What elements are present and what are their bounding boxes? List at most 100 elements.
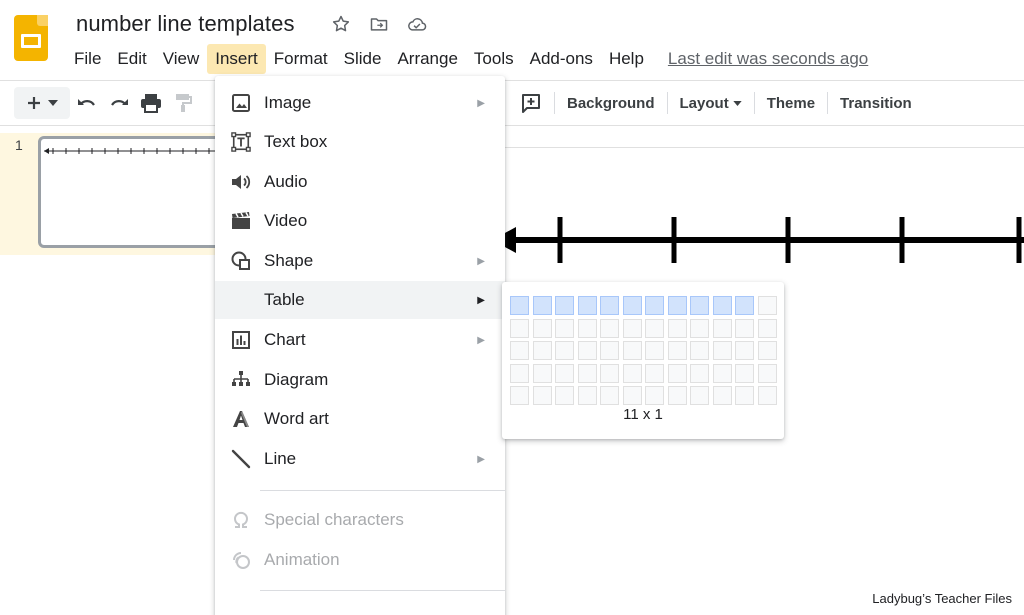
table-grid-cell[interactable] bbox=[600, 318, 619, 338]
theme-button[interactable]: Theme bbox=[763, 95, 819, 112]
insert-audio-item[interactable]: Audio bbox=[215, 163, 505, 201]
last-edit-link[interactable]: Last edit was seconds ago bbox=[664, 44, 872, 74]
table-grid-cell[interactable] bbox=[600, 363, 619, 383]
insert-chart-item[interactable]: Chart ▶ bbox=[215, 321, 505, 359]
table-grid-cell[interactable] bbox=[645, 296, 664, 315]
table-grid[interactable] bbox=[510, 296, 777, 405]
table-grid-cell[interactable] bbox=[735, 363, 754, 383]
undo-button[interactable] bbox=[72, 87, 102, 119]
watermark-text: Ladybug’s Teacher Files bbox=[872, 591, 1012, 606]
table-grid-cell[interactable] bbox=[555, 341, 574, 360]
table-grid-cell[interactable] bbox=[690, 296, 709, 315]
new-slide-button[interactable] bbox=[14, 87, 70, 119]
menu-item-label: Animation bbox=[264, 550, 340, 569]
table-grid-cell[interactable] bbox=[690, 363, 709, 383]
table-grid-cell[interactable] bbox=[735, 318, 754, 338]
insert-shape-item[interactable]: Shape ▶ bbox=[215, 242, 505, 280]
table-grid-cell[interactable] bbox=[532, 363, 552, 383]
star-icon[interactable] bbox=[330, 13, 352, 35]
table-grid-cell[interactable] bbox=[712, 318, 732, 338]
cloud-saved-icon[interactable] bbox=[406, 13, 428, 35]
table-grid-cell[interactable] bbox=[555, 363, 574, 383]
table-grid-cell[interactable] bbox=[712, 363, 732, 383]
table-grid-cell[interactable] bbox=[510, 341, 529, 360]
table-grid-cell[interactable] bbox=[555, 318, 574, 338]
new-comment-button[interactable] bbox=[516, 87, 546, 119]
slides-logo-icon[interactable] bbox=[14, 15, 48, 61]
table-grid-cell[interactable] bbox=[735, 341, 754, 360]
table-grid-cell[interactable] bbox=[645, 386, 664, 405]
table-grid-cell[interactable] bbox=[600, 296, 619, 315]
menu-format[interactable]: Format bbox=[266, 44, 336, 74]
insert-image-item[interactable]: Image ▶ bbox=[215, 84, 505, 122]
table-grid-cell[interactable] bbox=[757, 386, 777, 405]
insert-text-box-item[interactable]: Text box bbox=[215, 123, 505, 161]
print-button[interactable] bbox=[136, 87, 166, 119]
table-grid-cell[interactable] bbox=[690, 318, 709, 338]
menu-tools[interactable]: Tools bbox=[466, 44, 522, 74]
table-grid-cell[interactable] bbox=[645, 318, 664, 338]
menu-slide[interactable]: Slide bbox=[336, 44, 390, 74]
table-grid-cell[interactable] bbox=[600, 341, 619, 360]
table-grid-cell[interactable] bbox=[667, 363, 687, 383]
table-grid-cell[interactable] bbox=[510, 318, 529, 338]
table-grid-cell[interactable] bbox=[577, 363, 597, 383]
table-grid-cell[interactable] bbox=[577, 341, 597, 360]
table-grid-cell[interactable] bbox=[510, 386, 529, 405]
move-to-folder-icon[interactable] bbox=[368, 13, 390, 35]
table-grid-cell[interactable] bbox=[622, 341, 642, 360]
table-grid-cell[interactable] bbox=[555, 386, 574, 405]
slide-thumbnail[interactable] bbox=[38, 136, 228, 248]
menu-help[interactable]: Help bbox=[601, 44, 652, 74]
table-grid-cell[interactable] bbox=[532, 386, 552, 405]
table-grid-cell[interactable] bbox=[532, 341, 552, 360]
table-grid-cell[interactable] bbox=[532, 296, 552, 315]
table-grid-cell[interactable] bbox=[757, 341, 777, 360]
table-grid-cell[interactable] bbox=[622, 296, 642, 315]
table-grid-cell[interactable] bbox=[667, 341, 687, 360]
table-grid-cell[interactable] bbox=[622, 386, 642, 405]
table-grid-cell[interactable] bbox=[577, 318, 597, 338]
table-grid-cell[interactable] bbox=[757, 296, 777, 315]
table-grid-cell[interactable] bbox=[600, 386, 619, 405]
document-title[interactable]: number line templates bbox=[76, 11, 295, 37]
redo-button[interactable] bbox=[104, 87, 134, 119]
insert-video-item[interactable]: Video bbox=[215, 202, 505, 240]
table-grid-cell[interactable] bbox=[757, 363, 777, 383]
menu-file[interactable]: File bbox=[66, 44, 109, 74]
table-grid-cell[interactable] bbox=[510, 296, 529, 315]
menu-edit[interactable]: Edit bbox=[109, 44, 154, 74]
menu-add-ons[interactable]: Add-ons bbox=[522, 44, 601, 74]
table-grid-cell[interactable] bbox=[667, 386, 687, 405]
insert-table-item[interactable]: Table ▶ bbox=[215, 281, 505, 319]
table-grid-cell[interactable] bbox=[712, 386, 732, 405]
table-grid-cell[interactable] bbox=[532, 318, 552, 338]
paint-format-button[interactable] bbox=[168, 87, 198, 119]
table-grid-cell[interactable] bbox=[757, 318, 777, 338]
table-grid-cell[interactable] bbox=[622, 363, 642, 383]
menu-insert[interactable]: Insert bbox=[207, 44, 266, 74]
table-grid-cell[interactable] bbox=[555, 296, 574, 315]
insert-line-item[interactable]: Line ▶ bbox=[215, 440, 505, 478]
table-grid-cell[interactable] bbox=[735, 386, 754, 405]
table-grid-cell[interactable] bbox=[735, 296, 754, 315]
table-grid-cell[interactable] bbox=[712, 296, 732, 315]
table-grid-cell[interactable] bbox=[712, 341, 732, 360]
insert-word-art-item[interactable]: Word art bbox=[215, 400, 505, 438]
table-grid-cell[interactable] bbox=[667, 296, 687, 315]
table-grid-cell[interactable] bbox=[667, 318, 687, 338]
table-grid-cell[interactable] bbox=[622, 318, 642, 338]
insert-diagram-item[interactable]: Diagram bbox=[215, 361, 505, 399]
table-grid-cell[interactable] bbox=[645, 363, 664, 383]
table-grid-cell[interactable] bbox=[577, 386, 597, 405]
transition-button[interactable]: Transition bbox=[836, 95, 916, 112]
background-button[interactable]: Background bbox=[563, 95, 659, 112]
layout-button[interactable]: Layout bbox=[676, 95, 746, 112]
table-grid-cell[interactable] bbox=[690, 386, 709, 405]
table-grid-cell[interactable] bbox=[510, 363, 529, 383]
menu-arrange[interactable]: Arrange bbox=[389, 44, 465, 74]
table-grid-cell[interactable] bbox=[577, 296, 597, 315]
table-grid-cell[interactable] bbox=[645, 341, 664, 360]
table-grid-cell[interactable] bbox=[690, 341, 709, 360]
menu-view[interactable]: View bbox=[155, 44, 208, 74]
